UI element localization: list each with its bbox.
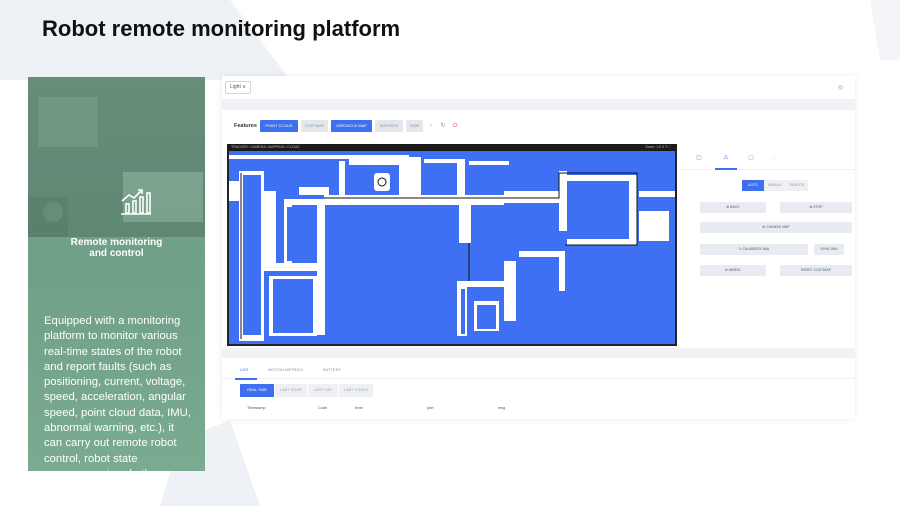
log-last-3-days-button[interactable]: LAST 3 DAYS (339, 384, 373, 397)
slide-title: Robot remote monitoring platform (42, 16, 401, 41)
log-last-hour-button[interactable]: LAST HOUR (275, 384, 307, 397)
app-top-bar: Light ∨ ◎ (222, 76, 855, 100)
camera-tab-icon[interactable]: ◫ (694, 153, 704, 163)
side-button[interactable]: SIDE (406, 120, 423, 132)
control-tab-icon[interactable]: ⚠ (721, 153, 731, 163)
calibrate-imu-button[interactable]: ↻ CALIBRATE IMU (700, 244, 808, 255)
card-heading-line2: and control (89, 248, 144, 259)
column-header-msg: msg (498, 406, 506, 410)
waypath-button[interactable]: WAYPATH (375, 120, 403, 132)
reset-costmap-button[interactable]: RESET COSTMAP (780, 265, 852, 276)
point-cloud-button[interactable]: POINT CLOUD (260, 120, 298, 132)
chart-hand-icon (121, 189, 151, 215)
log-real-time-button[interactable]: REAL TIME (240, 384, 274, 397)
divider (222, 348, 855, 358)
card-description: Equipped with a monitoring platform to m… (44, 315, 191, 471)
power-icon[interactable]: ⏻ (451, 122, 459, 130)
tab-motion-metrics[interactable]: MOTION METRICS (268, 367, 303, 372)
map-header: TRACKER / CAMERA / MAPPING / CLOUD Zoom:… (227, 144, 677, 151)
log-last-day-button[interactable]: LAST DAY (308, 384, 338, 397)
panel-tabs: ◫ ⚠ ▢ ◌ (680, 144, 855, 170)
features-label: Features (234, 123, 257, 129)
back-button[interactable]: ⊕ BACK (700, 202, 766, 213)
card-heading-line1: Remote monitoring (70, 237, 163, 248)
map-header-left: TRACKER / CAMERA / MAPPING / CLOUD (231, 145, 300, 149)
active-tab-indicator (715, 168, 737, 170)
info-tab-icon[interactable]: ◌ (769, 153, 779, 163)
settings-tab-icon[interactable]: ▢ (746, 153, 756, 163)
background-photo (28, 77, 205, 237)
card-heading: Remote monitoring and control (28, 237, 205, 259)
column-header-timestamp: Timestamp (247, 406, 266, 410)
mode-manual[interactable]: MANUAL (764, 180, 786, 191)
monitoring-app-screenshot: Light ∨ ◎ Features POINT CLOUD COSTMAP O… (222, 76, 855, 419)
costmap-button[interactable]: COSTMAP (301, 120, 328, 132)
column-header-level: level (355, 406, 363, 410)
clipboard-icon[interactable]: ▫ (427, 122, 435, 130)
tab-battery[interactable]: BATTERY (323, 367, 341, 372)
map-header-right: Zoom: 1.0 X Y ⛶ (645, 145, 671, 149)
change-map-button[interactable]: ⊕ CHANGE MAP (700, 222, 852, 233)
mode-auto[interactable]: AUTO (742, 180, 764, 191)
bottom-tabs: LOG MOTION METRICS BATTERY (222, 359, 855, 380)
tab-log[interactable]: LOG (240, 367, 248, 372)
active-tab-indicator (235, 378, 257, 380)
theme-select[interactable]: Light ∨ (225, 81, 251, 94)
map-viewer[interactable]: TRACKER / CAMERA / MAPPING / CLOUD Zoom:… (227, 144, 677, 346)
divider (222, 100, 855, 110)
feature-card: Remote monitoring and control Equipped w… (28, 77, 205, 471)
occupancy-map[interactable] (229, 151, 675, 344)
control-panel: ◫ ⚠ ▢ ◌ AUTO MANUAL REMOTE ⊕ BACK ⊗ STOP… (680, 144, 855, 346)
column-header-code: Code (318, 406, 328, 410)
features-toolbar: Features POINT CLOUD COSTMAP OBSTACLE MA… (222, 110, 855, 140)
stop-button[interactable]: ⊗ STOP (780, 202, 852, 213)
column-header-part: part (427, 406, 434, 410)
sync-imu-button[interactable]: SYNC IMU (814, 244, 844, 255)
wheel-button[interactable]: ⊕ WHEEL (700, 265, 766, 276)
user-icon[interactable]: ◎ (838, 84, 843, 91)
mode-remote[interactable]: REMOTE (786, 180, 808, 191)
obstacle-map-button[interactable]: OBSTACLE MAP (331, 120, 372, 132)
refresh-icon[interactable]: ↻ (439, 122, 447, 130)
